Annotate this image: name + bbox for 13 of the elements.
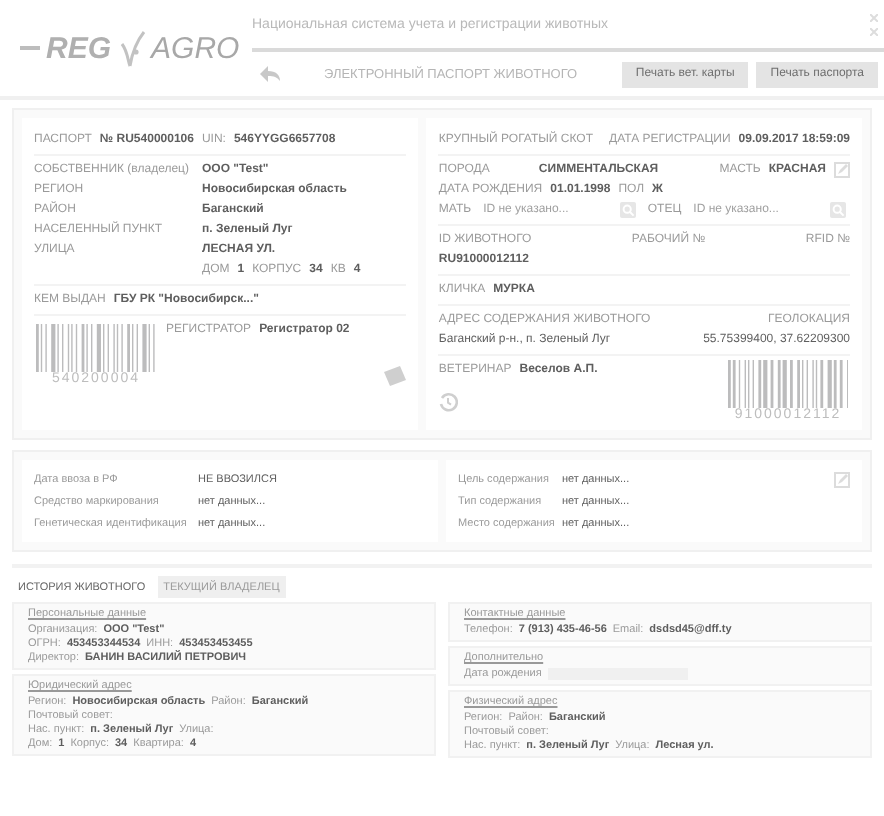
logo-text: REG: [46, 31, 112, 65]
close-icon[interactable]: [870, 13, 878, 21]
barcode-drawing: [36, 324, 156, 372]
search-icon[interactable]: [830, 202, 846, 218]
edit-icon[interactable]: [834, 471, 850, 487]
barcode-drawing: [728, 360, 848, 408]
logo-text: AGRO: [151, 31, 240, 65]
close-icon[interactable]: [870, 27, 878, 35]
logo-swoosh-icon: [117, 28, 146, 68]
history-icon[interactable]: [438, 392, 459, 412]
search-icon[interactable]: [619, 202, 636, 218]
back-arrow-icon[interactable]: [260, 66, 280, 82]
edit-icon[interactable]: [834, 162, 850, 178]
